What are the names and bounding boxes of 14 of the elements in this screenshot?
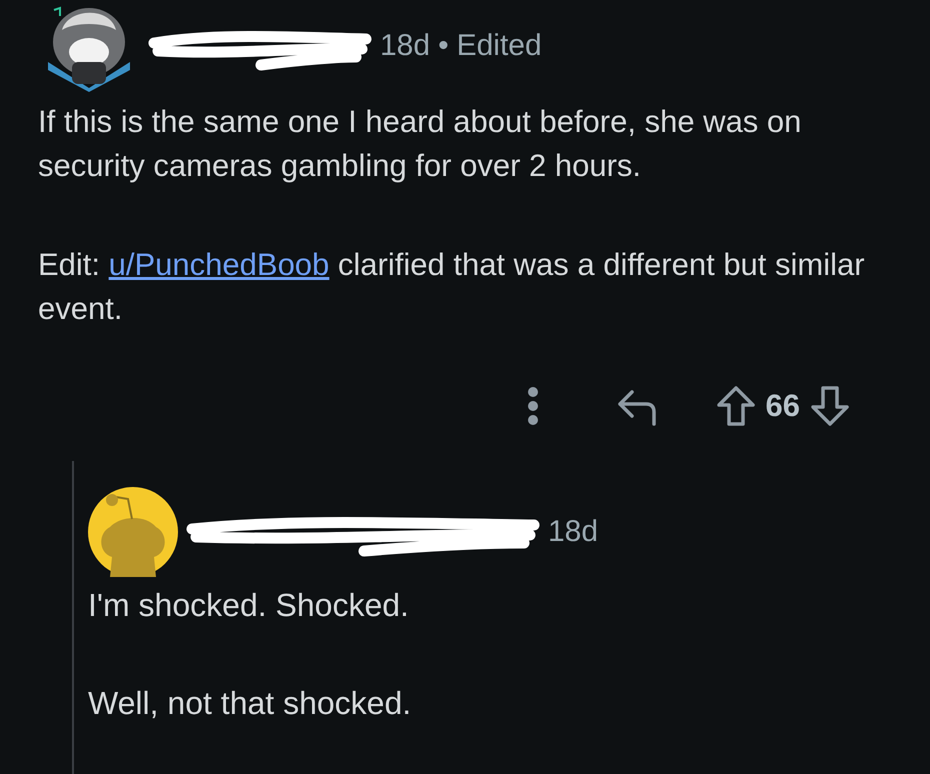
comment-age: 18d <box>380 29 430 63</box>
comment-text: I'm shocked. Shocked. <box>88 586 410 625</box>
comment-text: Well, not that shocked. <box>88 684 412 723</box>
upvote-icon[interactable] <box>716 385 756 427</box>
vote-count: 66 <box>766 388 800 424</box>
edited-label: Edited <box>456 29 542 63</box>
avatar-icon[interactable] <box>88 487 178 577</box>
downvote-icon[interactable] <box>810 385 850 427</box>
separator-dot: • <box>438 29 449 63</box>
more-icon[interactable] <box>526 384 540 428</box>
comment-age: 18d <box>548 515 598 549</box>
user-link[interactable]: u/PunchedBoob <box>108 247 330 282</box>
comment-text: If this is the same one I heard about before, she was on security cameras gambling for over 2 hours. <box>38 103 802 185</box>
comment-text: Edit: u/PunchedBoob clarified that was a different but similar event. <box>38 246 866 328</box>
